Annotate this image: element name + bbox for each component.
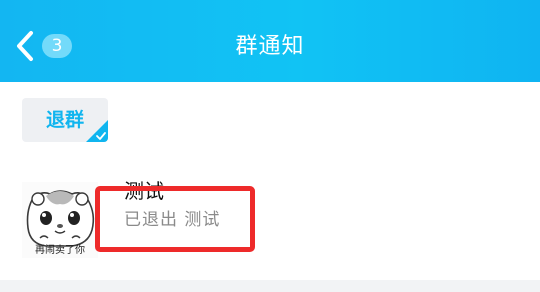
section-divider	[0, 280, 540, 292]
checkmark-icon	[86, 120, 108, 142]
annotation-highlight-box	[95, 186, 255, 252]
page-title: 群通知	[235, 34, 305, 59]
top-nav-bar: 3 群通知	[0, 0, 540, 82]
avatar[interactable]: 再闹卖了你	[22, 182, 98, 258]
avatar-sticker-caption: 再闹卖了你	[35, 245, 85, 256]
filter-chip-quit-group[interactable]: 退群	[22, 98, 108, 142]
notice-list-item[interactable]: 再闹卖了你 测试 已退出 测试	[0, 156, 540, 280]
